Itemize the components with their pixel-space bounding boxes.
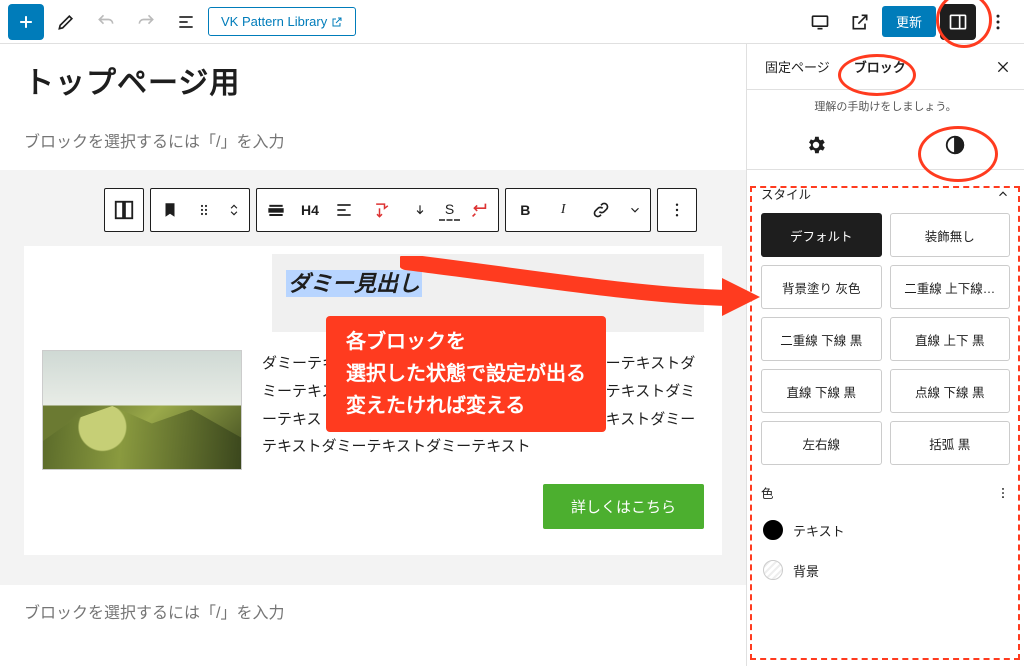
annotation-line1: 各ブロックを bbox=[346, 326, 586, 358]
dash-s-button[interactable]: S bbox=[439, 199, 460, 221]
subtab-settings[interactable] bbox=[747, 120, 886, 170]
tab-block[interactable]: ブロック bbox=[842, 44, 918, 90]
text-color-swatch bbox=[763, 520, 783, 540]
content-image[interactable] bbox=[42, 350, 242, 470]
note-arrow-down-icon[interactable] bbox=[363, 188, 401, 232]
settings-sidebar-toggle[interactable] bbox=[940, 4, 976, 40]
view-desktop-button[interactable] bbox=[802, 4, 838, 40]
style-section-toggle[interactable] bbox=[996, 187, 1010, 201]
drag-handle-icon[interactable] bbox=[189, 188, 219, 232]
link-button[interactable] bbox=[582, 188, 620, 232]
subtab-styles[interactable] bbox=[886, 120, 1024, 170]
block-more-button[interactable] bbox=[658, 188, 696, 232]
document-outline-button[interactable] bbox=[168, 4, 204, 40]
note-return-icon[interactable] bbox=[460, 188, 498, 232]
style-option-dotted-ub[interactable]: 点線 下線 黒 bbox=[890, 369, 1011, 413]
text-align-button[interactable] bbox=[325, 188, 363, 232]
move-chevrons-icon[interactable] bbox=[219, 188, 249, 232]
color-text-label: テキスト bbox=[793, 521, 845, 540]
more-rich-text-button[interactable] bbox=[620, 188, 650, 232]
annotation-line3: 変えたければ変える bbox=[346, 390, 586, 422]
color-bg-label: 背景 bbox=[793, 561, 819, 580]
bg-color-swatch bbox=[763, 560, 783, 580]
style-option-double-ub[interactable]: 二重線 下線 黒 bbox=[761, 317, 882, 361]
style-grid: デフォルト 装飾無し 背景塗り 灰色 二重線 上下線… 二重線 下線 黒 直線 … bbox=[761, 213, 1010, 465]
block-placeholder[interactable]: ブロックを選択するには「/」を入力 bbox=[0, 110, 746, 170]
bookmark-icon[interactable] bbox=[151, 188, 189, 232]
color-section-more[interactable] bbox=[996, 486, 1010, 500]
style-option-plain[interactable]: 装飾無し bbox=[890, 213, 1011, 257]
undo-button[interactable] bbox=[88, 4, 124, 40]
annotation-line2: 選択した状態で設定が出る bbox=[346, 358, 586, 390]
gear-icon bbox=[805, 134, 827, 156]
annotation-bubble: 各ブロックを 選択した状態で設定が出る 変えたければ変える bbox=[326, 316, 606, 432]
style-option-lr-lines[interactable]: 左右線 bbox=[761, 421, 882, 465]
tab-page[interactable]: 固定ページ bbox=[753, 44, 842, 90]
contrast-icon bbox=[944, 134, 966, 156]
top-bar: VK Pattern Library 更新 bbox=[0, 0, 1024, 44]
style-option-solid-ub[interactable]: 直線 下線 黒 bbox=[761, 369, 882, 413]
pattern-library-button[interactable]: VK Pattern Library bbox=[208, 7, 356, 36]
style-option-bg-gray[interactable]: 背景塗り 灰色 bbox=[761, 265, 882, 309]
style-option-default[interactable]: デフォルト bbox=[761, 213, 882, 257]
edit-mode-button[interactable] bbox=[48, 4, 84, 40]
cta-button[interactable]: 詳しくはこちら bbox=[543, 484, 704, 529]
close-sidebar-button[interactable] bbox=[988, 52, 1018, 82]
open-external-button[interactable] bbox=[842, 4, 878, 40]
more-menu-button[interactable] bbox=[980, 4, 1016, 40]
redo-button[interactable] bbox=[128, 4, 164, 40]
style-option-double-tb[interactable]: 二重線 上下線… bbox=[890, 265, 1011, 309]
color-section-label: 色 bbox=[761, 483, 774, 502]
block-type-icon[interactable] bbox=[105, 188, 143, 232]
update-button[interactable]: 更新 bbox=[882, 6, 936, 37]
color-bg-row[interactable]: 背景 bbox=[761, 550, 1010, 590]
style-option-bracket[interactable]: 括弧 黒 bbox=[890, 421, 1011, 465]
align-button[interactable] bbox=[257, 188, 295, 232]
heading-level-button[interactable]: H4 bbox=[295, 188, 325, 232]
heading-text[interactable]: ダミー見出し bbox=[286, 270, 422, 297]
arrow-down-s-button[interactable] bbox=[401, 188, 439, 232]
sidebar-hint: 理解の手助けをしましょう。 bbox=[747, 90, 1024, 120]
italic-button[interactable]: I bbox=[544, 188, 582, 232]
style-section-label: スタイル bbox=[761, 184, 811, 203]
block-placeholder-2[interactable]: ブロックを選択するには「/」を入力 bbox=[0, 585, 746, 641]
pattern-library-label: VK Pattern Library bbox=[221, 14, 327, 29]
page-title[interactable]: トップページ用 bbox=[0, 54, 746, 110]
block-toolbar: H4 S B I bbox=[104, 188, 746, 232]
bold-button[interactable]: B bbox=[506, 188, 544, 232]
add-block-button[interactable] bbox=[8, 4, 44, 40]
settings-sidebar: 固定ページ ブロック 理解の手助けをしましょう。 スタイル bbox=[746, 44, 1024, 666]
color-text-row[interactable]: テキスト bbox=[761, 510, 1010, 550]
style-option-solid-tb[interactable]: 直線 上下 黒 bbox=[890, 317, 1011, 361]
